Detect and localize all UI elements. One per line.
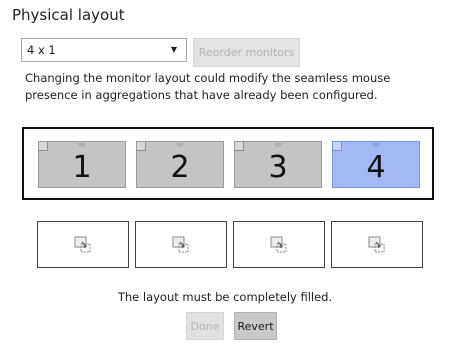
- monitor-notch-icon: [176, 143, 184, 147]
- layout-slot-1[interactable]: [37, 221, 129, 268]
- monitor-notch-icon: [372, 143, 380, 147]
- monitor-number: 1: [72, 149, 92, 185]
- layout-slot-4[interactable]: [331, 221, 423, 268]
- monitor-notch-icon: [78, 143, 86, 147]
- drop-monitor-icon: [368, 236, 385, 252]
- chevron-down-icon: ▼: [170, 45, 177, 54]
- layout-slot-2[interactable]: [135, 221, 227, 268]
- monitor-corner-icon: [235, 142, 244, 151]
- layout-warning-text: Changing the monitor layout could modify…: [25, 71, 391, 102]
- monitor-number: 2: [170, 149, 190, 185]
- monitor-tile-1[interactable]: 1: [38, 141, 126, 188]
- monitor-number: 3: [268, 149, 288, 185]
- drop-monitor-icon: [270, 236, 287, 252]
- page-title: Physical layout: [12, 6, 125, 24]
- monitor-tile-3[interactable]: 3: [234, 141, 322, 188]
- layout-select-value: 4 x 1: [27, 43, 56, 57]
- reorder-monitors-button[interactable]: Reorder monitors: [193, 38, 300, 67]
- revert-button[interactable]: Revert: [234, 312, 277, 340]
- monitor-notch-icon: [274, 143, 282, 147]
- layout-status-message: The layout must be completely filled.: [117, 290, 333, 304]
- drop-monitor-icon: [74, 236, 91, 252]
- monitor-tile-2[interactable]: 2: [136, 141, 224, 188]
- layout-select[interactable]: 4 x 1 ▼: [21, 38, 187, 62]
- monitor-tile-4[interactable]: 4: [332, 141, 420, 188]
- monitor-corner-icon: [333, 142, 342, 151]
- monitor-corner-icon: [39, 142, 48, 151]
- layout-slot-3[interactable]: [233, 221, 325, 268]
- done-button[interactable]: Done: [186, 312, 224, 340]
- drop-monitor-icon: [172, 236, 189, 252]
- monitor-number: 4: [366, 149, 386, 185]
- monitor-corner-icon: [137, 142, 146, 151]
- monitor-arrangement: 1 2 3 4: [22, 127, 434, 200]
